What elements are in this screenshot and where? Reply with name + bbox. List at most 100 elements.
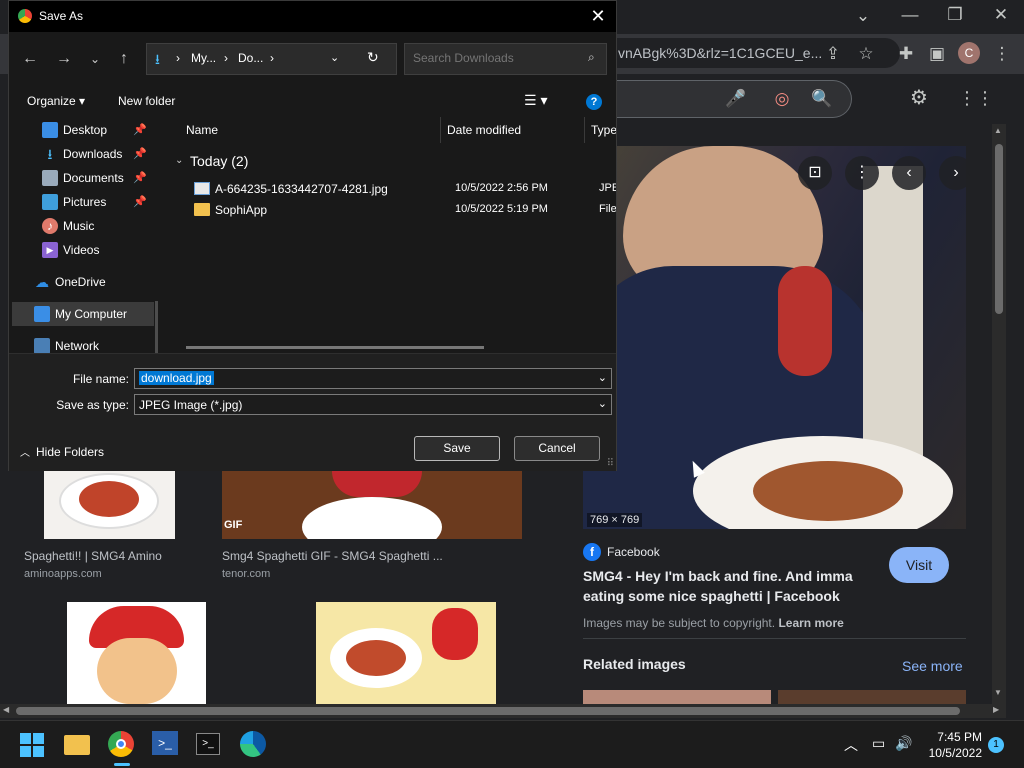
result-thumbnail-spaghetti[interactable] — [44, 471, 175, 539]
chrome-taskbar-icon[interactable] — [108, 731, 134, 757]
address-history-chevron-icon[interactable]: ⌄ — [330, 51, 339, 64]
column-header-name[interactable]: Name — [186, 123, 218, 137]
bookmark-star-icon[interactable]: ☆ — [854, 42, 878, 66]
pin-icon[interactable]: 📌 — [133, 123, 147, 136]
edge-icon[interactable] — [240, 731, 266, 757]
see-more-link[interactable]: See more — [902, 658, 963, 674]
breadcrumb-downloads[interactable]: Do... — [238, 51, 263, 65]
visit-button[interactable]: Visit — [889, 547, 949, 583]
dialog-address-bar[interactable]: ⭳ › My... › Do... › ⌄ ↻ — [146, 43, 397, 75]
voice-search-icon[interactable]: 🎤 — [724, 87, 748, 111]
file-name-field[interactable]: download.jpg ⌄ — [134, 368, 612, 389]
scroll-left-arrow[interactable]: ◀ — [3, 705, 9, 714]
chevron-down-icon[interactable]: ⌄ — [598, 371, 607, 384]
previous-image-button[interactable]: ‹ — [892, 156, 926, 190]
save-type-select[interactable]: JPEG Image (*.jpg) ⌄ — [134, 394, 612, 415]
column-separator[interactable] — [440, 117, 441, 143]
nav-item-desktop[interactable]: Desktop 📌 — [9, 118, 159, 142]
forward-arrow-icon[interactable]: → — [52, 47, 76, 71]
result-title[interactable]: Smg4 Spaghetti GIF - SMG4 Spaghetti ... — [222, 549, 443, 563]
result-title[interactable]: Spaghetti!! | SMG4 Amino — [24, 549, 162, 563]
nav-item-my-computer[interactable]: My Computer — [12, 302, 154, 326]
file-list-scrollbar[interactable] — [186, 346, 484, 349]
related-thumb[interactable] — [778, 690, 966, 704]
side-panel-icon[interactable]: ▣ — [925, 42, 949, 66]
file-row[interactable]: SophiApp 10/5/2022 5:19 PM File f — [182, 200, 616, 220]
extensions-icon[interactable]: ✚ — [894, 42, 918, 66]
minimize-icon[interactable]: — — [898, 3, 922, 27]
file-row[interactable]: A-664235-1633442707-4281.jpg 10/5/2022 2… — [182, 179, 616, 199]
save-button[interactable]: Save — [414, 436, 500, 461]
pin-icon[interactable]: 📌 — [133, 195, 147, 208]
related-thumb[interactable] — [583, 690, 771, 704]
file-explorer-icon[interactable] — [64, 735, 90, 755]
pin-icon[interactable]: 📌 — [133, 171, 147, 184]
close-window-icon[interactable]: ✕ — [989, 3, 1013, 27]
help-icon[interactable]: ? — [586, 94, 602, 110]
breadcrumb-my-computer[interactable]: My... — [191, 51, 216, 65]
clock-time[interactable]: 7:45 PM — [926, 730, 982, 744]
hide-folders-button[interactable]: ︿ Hide Folders — [20, 444, 104, 459]
apps-grid-icon[interactable]: ⋮⋮ — [958, 86, 994, 110]
preview-image[interactable]: ⊡ ⋮ ‹ › — [583, 146, 966, 529]
scroll-down-arrow[interactable]: ▼ — [994, 688, 1002, 697]
powershell-icon[interactable]: >_ — [152, 731, 178, 755]
nav-item-network[interactable]: Network — [9, 334, 159, 353]
dialog-titlebar[interactable]: Save As ✕ — [9, 1, 616, 32]
share-icon[interactable]: ⇪ — [821, 42, 845, 66]
more-options-button[interactable]: ⋮ — [845, 156, 879, 190]
column-header-date[interactable]: Date modified — [447, 123, 521, 137]
view-options-icon[interactable]: ☰ ▾ — [524, 92, 547, 109]
nav-item-music[interactable]: ♪ Music — [9, 214, 159, 238]
chevron-up-icon[interactable]: ︿ — [844, 735, 858, 755]
lens-search-icon[interactable]: ◎ — [770, 87, 794, 111]
vertical-scrollbar[interactable]: ▲ ▼ — [992, 124, 1006, 704]
display-icon[interactable]: ▭ — [872, 735, 885, 752]
nav-item-downloads[interactable]: ⭳ Downloads 📌 — [9, 142, 159, 166]
scroll-up-arrow[interactable]: ▲ — [994, 126, 1002, 135]
result-thumbnail-gif[interactable]: GIF — [222, 471, 522, 539]
clock-date[interactable]: 10/5/2022 — [926, 746, 982, 760]
visual-search-button[interactable]: ⊡ — [798, 156, 832, 190]
resize-grip-icon[interactable]: ⠿ — [607, 458, 614, 469]
column-separator[interactable] — [584, 117, 585, 143]
chevron-down-icon[interactable]: ⌄ — [598, 397, 607, 410]
nav-item-videos[interactable]: ▶ Videos — [9, 238, 159, 262]
result-thumbnail-mario[interactable] — [67, 602, 206, 704]
nav-item-onedrive[interactable]: ☁ OneDrive — [9, 270, 159, 294]
terminal-icon[interactable]: >_ — [196, 733, 220, 755]
search-icon[interactable]: 🔍 — [810, 87, 834, 111]
file-name-input[interactable]: download.jpg — [139, 371, 214, 385]
close-icon[interactable]: ✕ — [586, 5, 610, 27]
search-input[interactable] — [413, 51, 583, 65]
cancel-button[interactable]: Cancel — [514, 436, 600, 461]
new-folder-button[interactable]: New folder — [118, 94, 175, 108]
column-header-type[interactable]: Type — [591, 123, 616, 137]
up-arrow-icon[interactable]: ↑ — [112, 47, 136, 71]
nav-pane-scrollbar[interactable] — [155, 301, 158, 353]
nav-item-pictures[interactable]: Pictures 📌 — [9, 190, 159, 214]
horizontal-scrollbar[interactable]: ◀ ▶ — [0, 704, 1006, 718]
scrollbar-thumb[interactable] — [995, 144, 1003, 314]
settings-gear-icon[interactable]: ⚙ — [907, 86, 931, 110]
notification-badge[interactable]: 1 — [988, 737, 1004, 753]
preview-title[interactable]: SMG4 - Hey I'm back and fine. And imma e… — [583, 566, 883, 606]
scrollbar-thumb[interactable] — [16, 707, 960, 715]
next-image-button[interactable]: › — [939, 156, 966, 190]
start-windows-icon[interactable] — [20, 733, 44, 757]
tab-search-chevron-icon[interactable]: ⌄ — [851, 4, 875, 28]
group-collapse-chevron-icon[interactable]: ⌄ — [175, 155, 183, 166]
nav-item-documents[interactable]: Documents 📌 — [9, 166, 159, 190]
source-name[interactable]: Facebook — [607, 545, 660, 559]
scroll-right-arrow[interactable]: ▶ — [993, 705, 999, 714]
profile-avatar[interactable]: C — [958, 42, 980, 64]
recent-locations-chevron-icon[interactable]: ⌄ — [83, 47, 107, 71]
pin-icon[interactable]: 📌 — [133, 147, 147, 160]
back-arrow-icon[interactable]: ← — [18, 47, 42, 71]
organize-button[interactable]: Organize ▾ — [27, 94, 85, 108]
learn-more-link[interactable]: Learn more — [778, 616, 843, 630]
restore-icon[interactable]: ❐ — [943, 3, 967, 27]
chrome-menu-icon[interactable]: ⋮ — [990, 42, 1014, 66]
volume-icon[interactable]: 🔊 — [895, 735, 912, 752]
search-downloads-field[interactable]: ⌕ — [404, 43, 607, 75]
